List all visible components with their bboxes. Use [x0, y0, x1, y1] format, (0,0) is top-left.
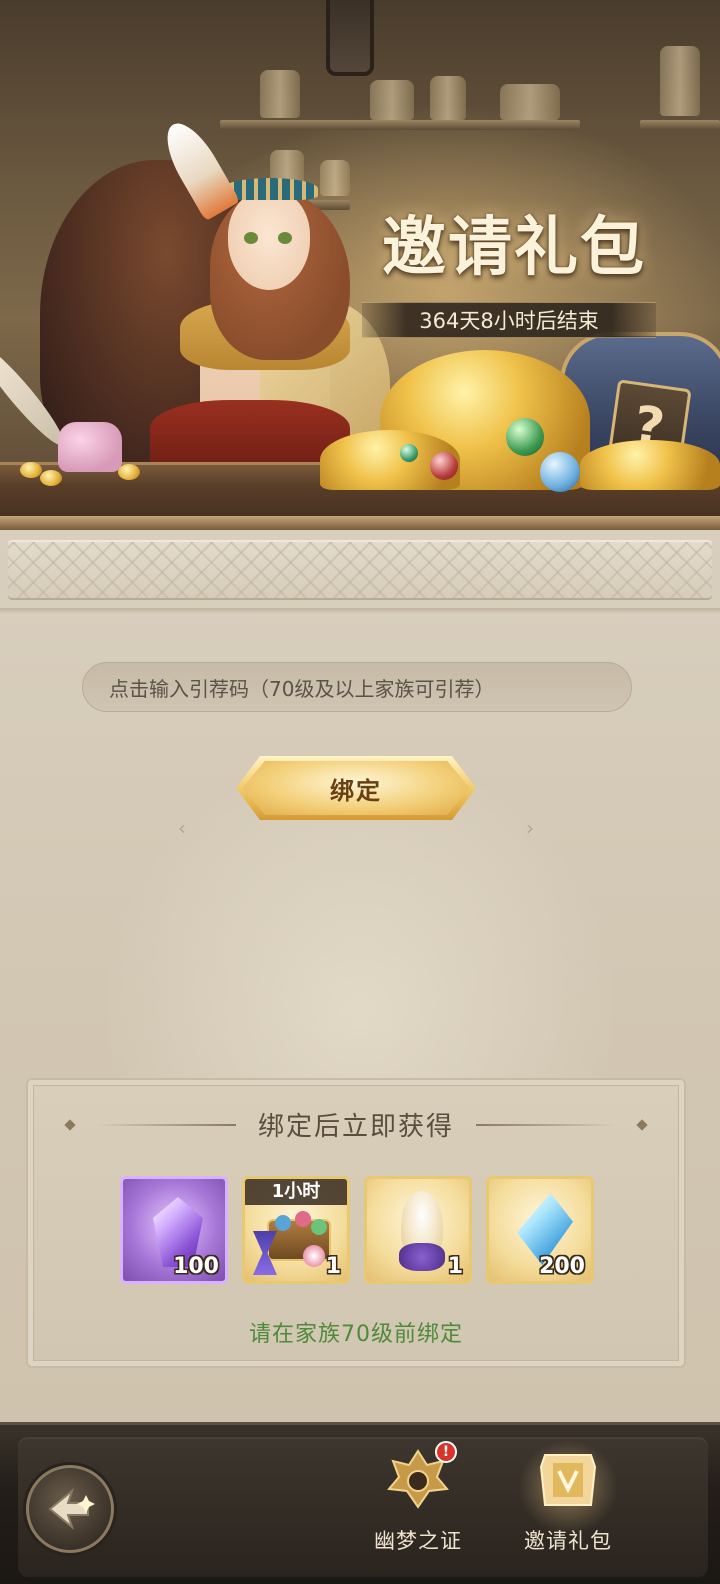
back-arrow-icon: [48, 1488, 95, 1530]
jar: [430, 76, 466, 120]
blue-orb-icon: [540, 452, 580, 492]
gem-icon: [295, 1211, 311, 1227]
lantern: [326, 0, 374, 76]
coin-icon: [118, 464, 140, 480]
reward-quantity: 1: [447, 1254, 463, 1279]
bind-button-label: 绑定: [330, 776, 382, 805]
divider-line: [476, 1123, 616, 1126]
bind-notice: 请在家族70级前绑定: [249, 1322, 463, 1347]
green-orb-icon: [506, 418, 544, 456]
jar: [260, 70, 300, 118]
chevron-right-icon: ›: [526, 816, 534, 840]
dream-crest-icon: !: [383, 1441, 457, 1515]
tab-dream-proof[interactable]: ! 幽梦之证: [358, 1441, 478, 1575]
reward-item[interactable]: 1小时 1: [242, 1176, 350, 1284]
divider-line: [95, 1123, 236, 1126]
reward-item[interactable]: 100: [120, 1176, 228, 1284]
coin-icon: [20, 462, 42, 478]
referral-code-placeholder: 点击输入引荐码（70级及以上家族可引荐）: [109, 676, 495, 701]
character-face: [228, 190, 310, 290]
jar: [370, 80, 414, 120]
bottom-nav: ! 幽梦之证 邀请礼包: [0, 1422, 720, 1584]
red-orb-icon: [430, 452, 458, 480]
teal-orb-icon: [400, 444, 418, 462]
countdown-text: 364天8小时后结束: [419, 309, 599, 333]
rewards-title: 绑定后立即获得: [257, 1112, 454, 1142]
jar: [320, 160, 350, 196]
coin-pile: [580, 440, 720, 490]
reward-quantity: 1: [325, 1254, 341, 1279]
book-stack: [500, 84, 560, 120]
gem-icon: [311, 1219, 327, 1235]
divider-diamond-icon: [64, 1118, 76, 1131]
reward-quantity: 200: [539, 1254, 585, 1279]
gem-icon: [303, 1245, 325, 1267]
coin-icon: [40, 470, 62, 486]
invite-panel: 点击输入引荐码（70级及以上家族可引荐） 绑定 ‹ › 绑定后立即获得 100: [0, 530, 720, 1432]
counter-trim: [0, 516, 720, 530]
reward-items: 100 1小时 1 1 200: [120, 1176, 594, 1284]
banner: ? 邀请礼包 364天8小时后结束: [0, 0, 720, 530]
rewards-box: 绑定后立即获得 100 1小时 1 1 200 请在家族70级前绑定: [26, 1078, 686, 1368]
rewards-header: 绑定后立即获得: [28, 1106, 684, 1143]
invite-gift-icon: [533, 1445, 603, 1515]
countdown-bar: 364天8小时后结束: [362, 302, 656, 338]
referral-code-input[interactable]: 点击输入引荐码（70级及以上家族可引荐）: [82, 662, 632, 712]
alert-badge: !: [435, 1441, 457, 1463]
decorative-ribbon: [8, 540, 712, 600]
flame-base-icon: [399, 1243, 445, 1271]
reward-item[interactable]: 1: [364, 1176, 472, 1284]
tab-label: 幽梦之证: [374, 1529, 462, 1553]
duration-tag: 1小时: [245, 1179, 347, 1205]
bind-button[interactable]: 绑定: [236, 756, 476, 820]
back-button[interactable]: [26, 1465, 114, 1553]
ink-bottle-icon: [58, 422, 122, 472]
shelf: [640, 120, 720, 130]
chevron-left-icon: ‹: [178, 816, 186, 840]
shelf: [220, 120, 580, 130]
tab-invite-gift[interactable]: 邀请礼包: [508, 1439, 628, 1575]
jar: [660, 46, 700, 116]
page-title: 邀请礼包: [382, 210, 646, 285]
gem-icon: [275, 1215, 291, 1231]
reward-quantity: 100: [173, 1254, 219, 1279]
ribbon-shadow: [0, 608, 720, 614]
divider-diamond-icon: [636, 1118, 648, 1131]
reward-item[interactable]: 200: [486, 1176, 594, 1284]
